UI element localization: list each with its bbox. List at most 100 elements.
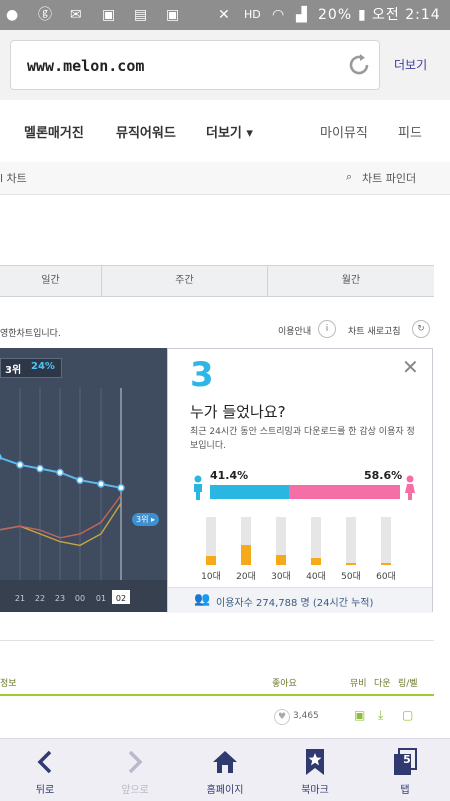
age-bar-fill <box>311 558 321 565</box>
home-icon <box>213 751 237 773</box>
close-icon[interactable]: ✕ <box>402 355 419 379</box>
female-percent: 58.6% <box>364 469 403 482</box>
site-nav: 멜론매거진 뮤직어워드 더보기 ▾ 마이뮤직 피드 <box>0 100 450 163</box>
chart-finder-link[interactable]: 차트 파인더 <box>362 170 416 186</box>
age-bar-fill <box>346 563 356 565</box>
age-bar <box>206 517 216 565</box>
popup-title: 누가 들었나요? <box>190 403 286 421</box>
nav-feed[interactable]: 피드 <box>398 122 422 141</box>
clock: 오전 2:14 <box>372 7 441 23</box>
age-bar <box>241 517 251 565</box>
nav-music-award[interactable]: 뮤직어워드 <box>116 122 176 141</box>
url-text[interactable]: www.melon.com <box>27 57 144 75</box>
table-row: ♥ 3,465 ▣ ⤓ ▢ <box>0 696 434 739</box>
rank-chart-panel: 3위 24% 0212223000102 3위 ▸ <box>0 348 167 612</box>
series-point <box>0 453 2 461</box>
x-tick-label: 01 <box>96 594 106 603</box>
age-label: 30대 <box>271 572 291 582</box>
header-music-video: 뮤비 <box>350 679 367 689</box>
age-label: 20대 <box>236 572 256 582</box>
tab-daily[interactable]: 일간 <box>0 266 102 296</box>
forward-button[interactable]: 앞으로 <box>90 739 180 801</box>
age-bar-fill <box>381 563 391 565</box>
nav-magazine[interactable]: 멜론매거진 <box>24 122 84 141</box>
address-bar[interactable]: www.melon.com <box>10 40 380 90</box>
song-list-header: 정보 좋아요 뮤비 다운 링/벨 <box>0 672 434 696</box>
tab-count-badge: 5 <box>403 753 411 766</box>
ringtone-icon[interactable]: ▢ <box>402 708 413 722</box>
series-point <box>97 480 105 488</box>
tab-weekly[interactable]: 주간 <box>102 266 268 296</box>
series-point <box>36 464 44 473</box>
tabs-button[interactable]: 5 탭 <box>360 739 450 801</box>
x-tick-label: 02 <box>116 594 126 603</box>
age-label: 50대 <box>341 572 361 582</box>
forward-icon <box>128 750 143 774</box>
x-tick-label: 0 <box>0 594 1 603</box>
x-tick-label: 00 <box>75 594 85 603</box>
x-tick-label: 22 <box>35 594 45 603</box>
home-label: 홈페이지 <box>206 785 244 796</box>
chat-icon: ● <box>6 7 19 23</box>
user-count: 이용자수 274,788 명 (24시간 누적) <box>216 598 374 609</box>
x-tick-label: 23 <box>55 594 65 603</box>
status-bar: ● ⓖ ✉ ▣ ▤ ▣ ✕ HD ◠ ▟ 20% ▮ 오전 2:14 <box>0 0 450 30</box>
signal-icon: ▟ <box>296 7 307 23</box>
bookmark-label: 북마크 <box>301 785 329 796</box>
male-icon <box>194 475 202 500</box>
browser-more-button[interactable]: 더보기 <box>394 56 427 73</box>
tab-monthly[interactable]: 월간 <box>268 266 434 296</box>
age-bar <box>346 517 356 565</box>
reload-icon[interactable] <box>345 51 373 79</box>
header-download: 다운 <box>374 679 391 689</box>
series-point <box>16 461 24 469</box>
home-button[interactable]: 홈페이지 <box>180 739 270 801</box>
mail-icon: ✉ <box>70 7 82 23</box>
like-icon[interactable]: ♥ <box>274 709 290 725</box>
series-point <box>117 484 125 492</box>
browser-toolbar: www.melon.com 더보기 <box>0 30 450 101</box>
female-icon <box>405 475 415 500</box>
age-label: 10대 <box>201 572 221 582</box>
image-icon: ▤ <box>134 7 148 23</box>
forward-label: 앞으로 <box>121 785 149 796</box>
hd-icon: HD <box>244 8 261 21</box>
gender-ratio-bar <box>210 485 400 499</box>
age-label: 60대 <box>376 572 396 582</box>
bookmark-button[interactable]: 북마크 <box>270 739 360 801</box>
info-icon[interactable]: i <box>318 320 336 338</box>
search-icon[interactable]: ⌕ <box>346 170 352 184</box>
battery-percent: 20% <box>318 7 353 23</box>
current-rank-tag: 3위 ▸ <box>132 513 160 526</box>
x-tick-label: 21 <box>15 594 25 603</box>
back-button[interactable]: 뒤로 <box>0 739 90 801</box>
age-bar <box>311 517 321 565</box>
app-icon-2: ▣ <box>166 7 180 23</box>
back-label: 뒤로 <box>35 785 55 796</box>
refresh-icon[interactable]: ↻ <box>412 320 430 338</box>
app-icon: ▣ <box>102 7 116 23</box>
battery-icon: ▮ <box>358 7 366 23</box>
divider <box>0 640 434 641</box>
refresh-chart-link[interactable]: 차트 새로고침 <box>348 324 401 337</box>
age-label: 40대 <box>306 572 326 582</box>
g-icon: ⓖ <box>38 7 52 23</box>
download-icon[interactable]: ⤓ <box>378 708 383 723</box>
usage-guide-link[interactable]: 이용안내 <box>278 324 311 337</box>
chart-label[interactable]: l 차트 <box>0 170 27 186</box>
header-ringtone: 링/벨 <box>398 679 418 689</box>
nav-more[interactable]: 더보기 ▾ <box>206 122 253 141</box>
male-bar <box>210 485 289 499</box>
female-bar <box>289 485 400 499</box>
age-bar-fill <box>206 556 216 565</box>
tabs-label: 탭 <box>400 785 410 796</box>
chart-sub-bar: l 차트 ⌕ 차트 파인더 <box>0 162 450 195</box>
nav-my-music[interactable]: 마이뮤직 <box>320 122 368 141</box>
popup-rank: 3 <box>190 355 214 395</box>
listener-info-popup: 3 ✕ 누가 들었나요? 최근 24시간 동안 스트리밍과 다운로드를 한 감상… <box>167 348 433 613</box>
music-video-icon[interactable]: ▣ <box>354 708 365 722</box>
age-distribution: 10대 20대 30대 40대 50대 60대 <box>168 513 432 583</box>
user-count-bar: 👥 이용자수 274,788 명 (24시간 누적) <box>168 587 432 613</box>
mute-icon: ✕ <box>218 7 230 23</box>
period-tabs: 일간 주간 월간 <box>0 265 434 297</box>
